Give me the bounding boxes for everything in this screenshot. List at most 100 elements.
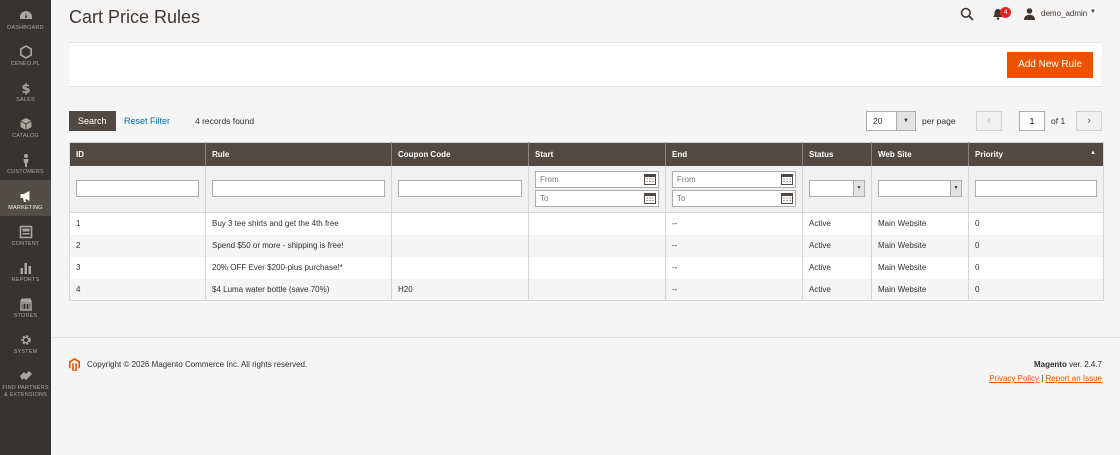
reset-filter-link[interactable]: Reset Filter	[124, 116, 170, 126]
nav-content-label: CONTENT	[11, 241, 40, 247]
grid-controls: Search Reset Filter 4 records found 20 ▼…	[69, 111, 1102, 131]
table-row[interactable]: 4 $4 Luma water bottle (save 70%) H20 --…	[69, 278, 1104, 301]
filter-end-from-input[interactable]	[672, 170, 796, 188]
filter-cell-coupon	[391, 165, 529, 213]
cell-start	[528, 212, 666, 235]
nav-stores[interactable]: STORES	[0, 288, 51, 324]
filter-coupon-input[interactable]	[398, 180, 522, 198]
cell-website: Main Website	[871, 278, 969, 301]
nav-customers[interactable]: CUSTOMERS	[0, 144, 51, 180]
nav-system[interactable]: SYSTEM	[0, 324, 51, 360]
table-row[interactable]: 1 Buy 3 tee shirts and get the 4th free …	[69, 212, 1104, 235]
nav-sales-label: SALES	[16, 97, 35, 103]
sort-arrow-icon: ▲	[1090, 150, 1096, 156]
admin-username[interactable]: demo_admin	[1041, 9, 1087, 18]
footer-divider	[51, 337, 1120, 338]
cell-coupon	[391, 212, 529, 235]
cell-status: Active	[802, 256, 872, 279]
column-header-end[interactable]: End	[665, 142, 803, 166]
filter-start-to-input[interactable]	[535, 189, 659, 207]
cell-end: --	[665, 278, 803, 301]
cell-id: 4	[69, 278, 206, 301]
cell-status: Active	[802, 234, 872, 257]
page-actions-bar: Add New Rule	[69, 42, 1102, 87]
column-header-status[interactable]: Status	[802, 142, 872, 166]
cart-price-rules-grid: ID Rule Coupon Code Start End Status Web…	[69, 142, 1104, 301]
filter-row: ▼ ▼	[69, 165, 1104, 213]
chevron-down-icon: ▼	[853, 181, 864, 197]
cell-end: --	[665, 256, 803, 279]
filter-website-select[interactable]: ▼	[878, 180, 962, 198]
nav-ceneo-label: CENEO.PL	[10, 61, 41, 67]
cell-rule: Spend $50 or more - shipping is free!	[205, 234, 392, 257]
dollar-icon: $	[19, 81, 33, 95]
copyright-text: Copyright © 2026 Magento Commerce Inc. A…	[87, 360, 308, 369]
cell-priority: 0	[968, 234, 1104, 257]
calendar-icon[interactable]	[644, 173, 656, 185]
calendar-icon[interactable]	[781, 192, 793, 204]
cell-id: 2	[69, 234, 206, 257]
filter-start-from	[535, 170, 659, 188]
cell-start	[528, 278, 666, 301]
filter-id-input[interactable]	[76, 180, 199, 198]
cell-start	[528, 234, 666, 257]
nav-system-label: SYSTEM	[13, 349, 38, 355]
report-issue-link[interactable]: Report an Issue	[1046, 374, 1102, 383]
user-icon[interactable]	[1024, 8, 1035, 20]
page-title: Cart Price Rules	[69, 7, 201, 27]
nav-content[interactable]: CONTENT	[0, 216, 51, 252]
filter-start-to	[535, 189, 659, 207]
column-header-rule[interactable]: Rule	[205, 142, 392, 166]
column-header-id[interactable]: ID	[69, 142, 206, 166]
chevron-down-icon: ▼	[950, 181, 961, 197]
page-number-input[interactable]	[1019, 111, 1045, 131]
nav-find-partners[interactable]: FIND PARTNERS & EXTENSIONS	[0, 360, 51, 406]
brand-name: Magento	[1033, 360, 1067, 369]
filter-end-to	[672, 189, 796, 207]
filter-status-select[interactable]: ▼	[809, 180, 865, 198]
filter-cell-rule	[205, 165, 392, 213]
previous-page-button[interactable]: ‹	[976, 111, 1002, 131]
nav-dashboard-label: DASHBOARD	[7, 25, 44, 31]
next-page-button[interactable]: ›	[1076, 111, 1102, 131]
nav-sales[interactable]: $ SALES	[0, 72, 51, 108]
search-icon[interactable]	[960, 7, 974, 21]
add-new-rule-button[interactable]: Add New Rule	[1007, 52, 1093, 78]
nav-ceneo[interactable]: CENEO.PL	[0, 36, 51, 72]
cell-website: Main Website	[871, 256, 969, 279]
filter-end-to-input[interactable]	[672, 189, 796, 207]
hexagon-icon	[19, 45, 33, 59]
column-header-web-site[interactable]: Web Site	[871, 142, 969, 166]
table-row[interactable]: 2 Spend $50 or more - shipping is free! …	[69, 234, 1104, 257]
nav-dashboard[interactable]: DASHBOARD	[0, 0, 51, 36]
filter-cell-website: ▼	[871, 165, 969, 213]
nav-marketing[interactable]: MARKETING	[0, 180, 51, 216]
cell-end: --	[665, 234, 803, 257]
nav-reports-label: REPORTS	[11, 277, 40, 283]
nav-catalog[interactable]: CATALOG	[0, 108, 51, 144]
per-page-select[interactable]: 20 ▼	[866, 111, 916, 131]
cell-id: 1	[69, 212, 206, 235]
column-header-coupon-code[interactable]: Coupon Code	[391, 142, 529, 166]
records-found-count: 4 records found	[195, 116, 255, 126]
total-pages-label: of 1	[1051, 116, 1066, 126]
dashboard-icon	[19, 9, 33, 23]
calendar-icon[interactable]	[781, 173, 793, 185]
table-row[interactable]: 3 20% OFF Ever $200-plus purchase!* -- A…	[69, 256, 1104, 279]
bar-chart-icon	[19, 261, 33, 275]
column-header-priority[interactable]: Priority ▲	[968, 142, 1104, 166]
cell-rule: 20% OFF Ever $200-plus purchase!*	[205, 256, 392, 279]
nav-reports[interactable]: REPORTS	[0, 252, 51, 288]
grid-header-row: ID Rule Coupon Code Start End Status Web…	[69, 142, 1104, 166]
search-button[interactable]: Search	[69, 111, 116, 131]
privacy-policy-link[interactable]: Privacy Policy	[989, 374, 1039, 383]
calendar-icon[interactable]	[644, 192, 656, 204]
per-page-label: per page	[922, 116, 956, 126]
chevron-down-icon[interactable]: ▼	[1090, 9, 1096, 15]
filter-priority-input[interactable]	[975, 180, 1097, 198]
filter-rule-input[interactable]	[212, 180, 385, 198]
cell-rule: $4 Luma water bottle (save 70%)	[205, 278, 392, 301]
filter-cell-id	[69, 165, 206, 213]
column-header-start[interactable]: Start	[528, 142, 666, 166]
filter-start-from-input[interactable]	[535, 170, 659, 188]
